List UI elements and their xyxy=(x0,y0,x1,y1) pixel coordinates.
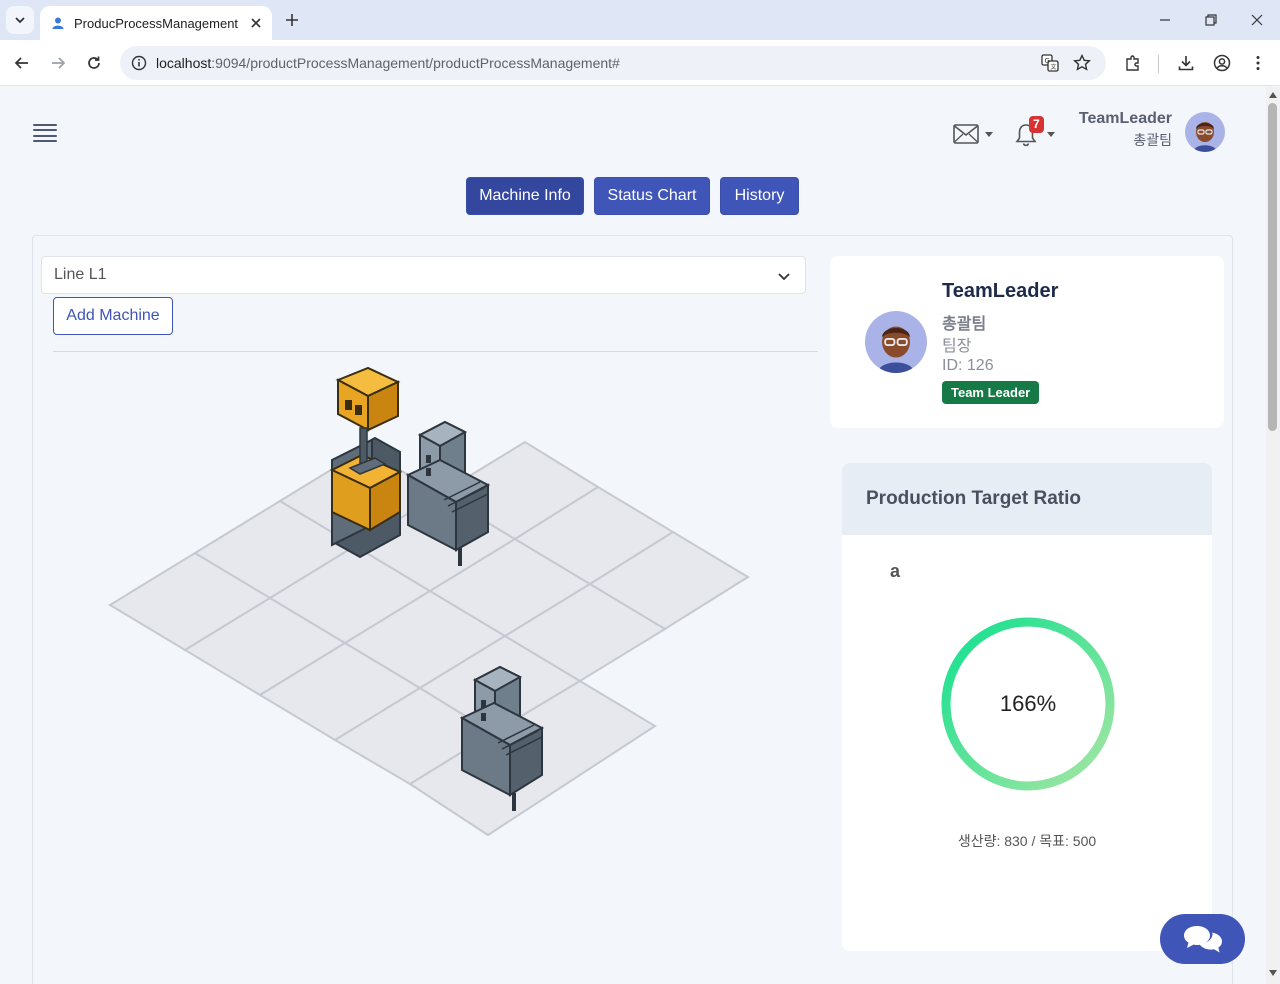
download-icon xyxy=(1178,56,1194,71)
browser-tab-bar: ProducProcessManagement xyxy=(0,0,1280,40)
bookmark-star-icon[interactable] xyxy=(1072,53,1092,73)
avatar xyxy=(865,311,927,373)
more-vertical-icon xyxy=(1256,56,1260,70)
browser-tab[interactable]: ProducProcessManagement xyxy=(40,6,272,40)
chevron-down-icon xyxy=(15,17,25,24)
minimize-button[interactable] xyxy=(1153,8,1177,32)
notification-count-badge: 7 xyxy=(1029,116,1044,133)
history-button[interactable]: History xyxy=(720,177,799,215)
profile-role: 팀장 xyxy=(942,338,972,355)
tab-search-button[interactable] xyxy=(6,6,34,34)
downloads-button[interactable] xyxy=(1175,52,1197,74)
extensions-button[interactable] xyxy=(1122,52,1144,74)
forward-button[interactable] xyxy=(47,52,69,74)
add-machine-button[interactable]: Add Machine xyxy=(53,297,173,335)
tab-close-icon[interactable] xyxy=(246,13,266,33)
ratio-value: 166% xyxy=(999,691,1057,716)
reload-button[interactable] xyxy=(83,52,105,74)
svg-text:G: G xyxy=(1045,57,1050,65)
puzzle-icon xyxy=(1126,55,1139,71)
header-user-team: 총괄팀 xyxy=(1133,132,1172,148)
role-badge: Team Leader xyxy=(942,381,1040,404)
site-info-icon[interactable] xyxy=(122,46,156,80)
arrow-left-icon xyxy=(14,57,28,69)
back-button[interactable] xyxy=(11,52,33,74)
minimize-icon xyxy=(1160,19,1170,21)
line-select-value: Line L1 xyxy=(54,266,107,283)
close-icon xyxy=(1251,14,1263,26)
drill-press-machine[interactable] xyxy=(329,366,403,559)
restore-icon xyxy=(1205,14,1217,26)
svg-text:文: 文 xyxy=(1051,63,1057,71)
profile-button[interactable] xyxy=(1211,52,1233,74)
chevron-down-icon xyxy=(778,273,790,281)
arrow-right-icon xyxy=(52,57,66,69)
production-target-card: Production Target Ratio a 166% 생산량: 830 … xyxy=(842,463,1212,951)
profile-name: TeamLeader xyxy=(942,280,1059,302)
plus-icon xyxy=(286,14,298,26)
status-chart-button[interactable]: Status Chart xyxy=(594,177,710,215)
envelope-icon xyxy=(953,124,979,144)
profile-card: TeamLeader 총괄팀 팀장 ID: 126 Team Leader xyxy=(830,256,1224,428)
user-menu[interactable]: TeamLeader 총괄팀 xyxy=(1060,110,1172,150)
card-title: Production Target Ratio xyxy=(866,488,1081,509)
browser-menu-button[interactable] xyxy=(1247,52,1269,74)
url-text: localhost:9094/productProcessManagement/… xyxy=(156,55,620,71)
caret-down-icon xyxy=(985,131,993,137)
section-divider xyxy=(53,351,818,352)
target-item-label: a xyxy=(890,561,901,581)
avatar[interactable] xyxy=(1185,112,1225,152)
messages-dropdown[interactable] xyxy=(953,120,997,148)
scroll-down-icon[interactable] xyxy=(1268,968,1278,978)
header-user-name: TeamLeader xyxy=(1078,110,1172,127)
machine-info-button[interactable]: Machine Info xyxy=(466,177,584,215)
tab-title: ProducProcessManagement xyxy=(74,15,239,31)
factory-floor-canvas[interactable] xyxy=(100,360,760,840)
new-tab-button[interactable] xyxy=(282,10,302,30)
account-circle-icon xyxy=(1213,54,1231,72)
profile-id: ID: 126 xyxy=(942,357,994,374)
reload-icon xyxy=(88,56,100,69)
menu-toggle-icon[interactable] xyxy=(33,122,57,144)
browser-toolbar: localhost:9094/productProcessManagement/… xyxy=(0,40,1280,86)
url-path: :9094/productProcessManagement/productPr… xyxy=(211,55,620,71)
scroll-up-icon[interactable] xyxy=(1268,90,1278,100)
translate-icon[interactable]: G文 xyxy=(1040,53,1060,73)
profile-team: 총괄팀 xyxy=(942,316,987,333)
chat-bubbles-icon xyxy=(1183,926,1222,953)
address-bar[interactable]: localhost:9094/productProcessManagement/… xyxy=(120,46,1106,80)
toolbar-separator xyxy=(1158,55,1159,73)
restore-button[interactable] xyxy=(1199,8,1223,32)
caret-down-icon xyxy=(1047,132,1055,137)
notifications-dropdown[interactable]: 7 xyxy=(1014,116,1058,150)
card-header: Production Target Ratio xyxy=(842,463,1212,535)
person-icon xyxy=(50,15,66,31)
url-host: localhost xyxy=(156,55,212,71)
chat-button[interactable] xyxy=(1160,914,1245,964)
line-select[interactable]: Line L1 xyxy=(41,256,806,294)
close-window-button[interactable] xyxy=(1245,8,1269,32)
production-caption: 생산량: 830 / 목표: 500 xyxy=(957,833,1097,849)
scrollbar-thumb[interactable] xyxy=(1268,103,1277,431)
